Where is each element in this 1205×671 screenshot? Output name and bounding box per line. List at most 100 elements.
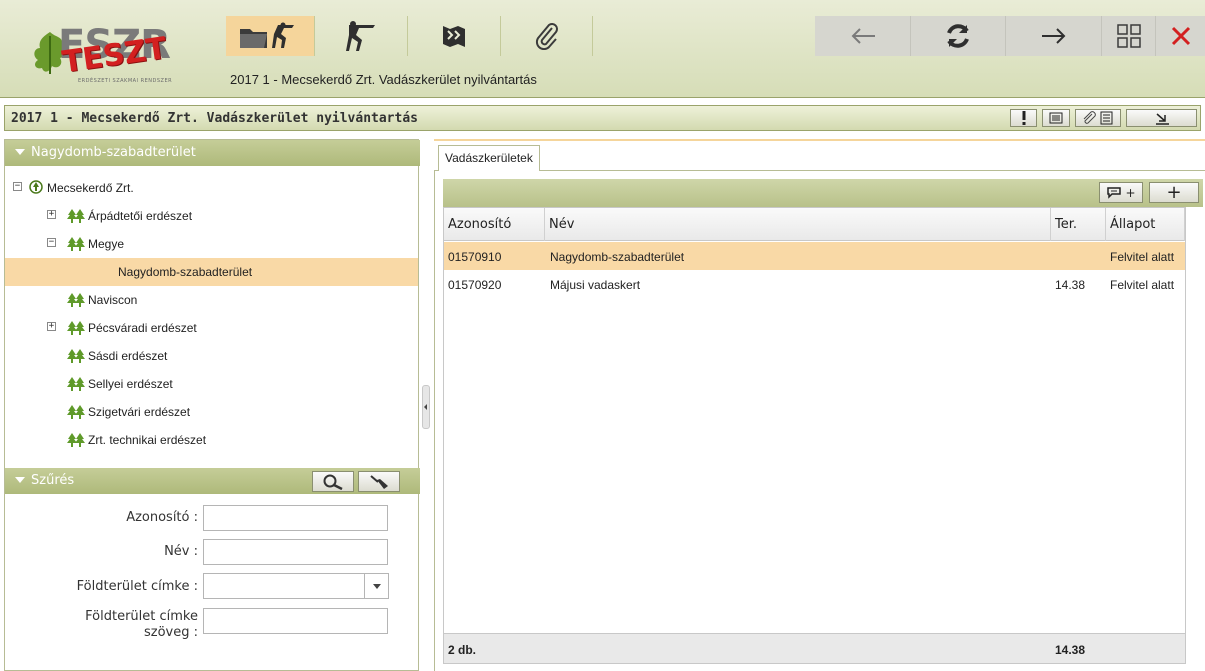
cell-azonosito: 01570920 — [448, 278, 502, 292]
cimke-szoveg-input[interactable] — [203, 608, 388, 634]
forestry-icon — [67, 321, 85, 335]
folder-hunter-icon — [240, 22, 294, 48]
total-area: 14.38 — [1055, 643, 1086, 657]
app-title: 2017 1 - Mecsekerdő Zrt. Vadászkerület n… — [230, 72, 537, 87]
column-header-nev[interactable]: Név — [545, 208, 1051, 241]
tab-vadaszkeruletek[interactable]: Vadászkerületek — [438, 145, 540, 172]
search-button[interactable] — [312, 471, 354, 492]
tree-node-arpadtetoi[interactable]: + Árpádtetői erdészet — [5, 202, 418, 230]
grid-scrollbar-area[interactable] — [1186, 207, 1203, 664]
cimke-select[interactable] — [203, 573, 389, 599]
grid-toolbar: + + — [443, 179, 1203, 207]
add-comment-plus: + — [1125, 185, 1136, 200]
attachment-button[interactable] — [501, 16, 593, 56]
tab-strip-accent — [434, 139, 1205, 141]
logo-subtitle: ERDÉSZETI SZAKMAI RENDSZER — [78, 78, 173, 84]
map-icon — [443, 26, 465, 47]
attachment-document-button[interactable] — [1075, 109, 1121, 127]
page-title: 2017 1 - Mecsekerdő Zrt. Vadászkerület n… — [11, 111, 418, 126]
filter-panel-title: Szűrés — [31, 473, 75, 488]
tree-node-label: Nagydomb-szabadterület — [118, 265, 253, 279]
notification-button[interactable] — [1010, 109, 1037, 127]
tree-node-sasdi[interactable]: Sásdi erdészet — [5, 342, 418, 370]
document-button[interactable] — [1042, 109, 1070, 127]
nev-input[interactable] — [203, 539, 388, 565]
close-icon — [1171, 26, 1190, 46]
cell-ter: 14.38 — [1055, 278, 1086, 292]
window-grid-button[interactable] — [1102, 16, 1156, 56]
hunter-icon — [346, 21, 375, 51]
tree-expander[interactable]: + — [47, 322, 56, 331]
add-record-button[interactable]: + — [1149, 182, 1199, 203]
back-button[interactable] — [815, 16, 911, 56]
tree-node-szigetvari[interactable]: Szigetvári erdészet — [5, 398, 418, 426]
cimke-szoveg-label-line2: szöveg : — [143, 625, 198, 640]
broom-icon — [370, 474, 388, 489]
forestry-icon — [67, 293, 85, 307]
refresh-icon — [947, 24, 969, 48]
column-header-allapot[interactable]: Állapot — [1106, 208, 1185, 241]
tree-node-sellyei[interactable]: Sellyei erdészet — [5, 370, 418, 398]
table-row[interactable]: 01570920 Májusi vadaskert 14.38 Felvitel… — [444, 270, 1185, 298]
left-panel: Nagydomb-szabadterület − Mecsekerdő Zrt.… — [4, 139, 420, 671]
collapse-button[interactable] — [1126, 109, 1197, 127]
exclamation-icon — [1022, 111, 1025, 125]
chevron-down-icon[interactable] — [364, 574, 388, 598]
tree-node-zrt-technikai[interactable]: Zrt. technikai erdészet — [5, 426, 418, 454]
clear-filter-button[interactable] — [358, 471, 400, 492]
page-titlebar: 2017 1 - Mecsekerdő Zrt. Vadászkerület n… — [4, 105, 1201, 131]
company-icon — [29, 180, 43, 194]
panel-splitter-handle[interactable] — [422, 385, 430, 429]
tree-expander[interactable]: + — [47, 210, 56, 219]
forestry-icon — [67, 405, 85, 419]
tree-node-label: Zrt. technikai erdészet — [88, 433, 207, 447]
tree-node-label: Szigetvári erdészet — [88, 405, 191, 419]
map-button[interactable] — [408, 16, 501, 56]
tree-node-label: Sellyei erdészet — [88, 377, 173, 391]
hunting-area-grid: Azonosító Név Ter. Állapot 01570910 Nagy… — [443, 207, 1186, 664]
forward-arrow-icon — [1041, 28, 1065, 44]
hunter-button[interactable] — [315, 16, 408, 56]
azonosito-input[interactable] — [203, 505, 388, 531]
back-arrow-icon — [851, 28, 875, 44]
tree-expander[interactable]: − — [47, 238, 56, 247]
cimke-label: Földterület címke : — [76, 579, 198, 594]
grid-panel: + + Azonosító Név Ter. Állapot 01570910 … — [434, 171, 1205, 671]
azonosito-label: Azonosító : — [126, 510, 198, 525]
collapse-caret-icon — [15, 149, 25, 155]
tree-node-mecsekerdo[interactable]: − Mecsekerdő Zrt. — [5, 174, 418, 202]
grid-summary-row: 2 db. 14.38 — [444, 633, 1185, 663]
tree-panel-title: Nagydomb-szabadterület — [31, 145, 196, 160]
tree-node-megye[interactable]: − Megye — [5, 230, 418, 258]
column-header-ter[interactable]: Ter. — [1051, 208, 1106, 241]
tree-panel-header[interactable]: Nagydomb-szabadterület — [5, 140, 420, 166]
tree-node-nagydomb[interactable]: Nagydomb-szabadterület — [5, 258, 418, 286]
hunting-register-button[interactable] — [226, 16, 315, 56]
cell-azonosito: 01570910 — [448, 250, 502, 264]
cell-allapot: Felvitel alatt — [1110, 250, 1175, 264]
cell-nev: Májusi vadaskert — [550, 278, 641, 292]
close-button[interactable] — [1156, 16, 1205, 56]
search-icon — [323, 474, 343, 490]
forestry-icon — [67, 349, 85, 363]
comment-icon — [1107, 186, 1122, 199]
column-header-azonosito[interactable]: Azonosító — [444, 208, 545, 241]
tree-node-label: Mecsekerdő Zrt. — [47, 181, 134, 195]
forward-button[interactable] — [1006, 16, 1102, 56]
filter-panel-header[interactable]: Szűrés — [5, 468, 420, 494]
forestry-icon — [67, 237, 85, 251]
tree-expander[interactable]: − — [13, 182, 22, 191]
tree-node-naviscon[interactable]: Naviscon — [5, 286, 418, 314]
nev-label: Név : — [164, 544, 198, 559]
tree-node-label: Pécsváradi erdészet — [88, 321, 197, 335]
tree-node-pecsvaradi[interactable]: + Pécsváradi erdészet — [5, 314, 418, 342]
cell-allapot: Felvitel alatt — [1110, 278, 1175, 292]
refresh-button[interactable] — [911, 16, 1006, 56]
paperclip-icon — [535, 23, 558, 50]
collapse-icon — [1155, 113, 1169, 125]
add-comment-button[interactable]: + — [1099, 182, 1143, 203]
tree-node-label: Sásdi erdészet — [88, 349, 168, 363]
cimke-szoveg-label-line1: Földterület címke — [85, 609, 198, 624]
table-row[interactable]: 01570910 Nagydomb-szabadterület Felvitel… — [444, 242, 1185, 270]
collapse-caret-icon — [15, 477, 25, 483]
